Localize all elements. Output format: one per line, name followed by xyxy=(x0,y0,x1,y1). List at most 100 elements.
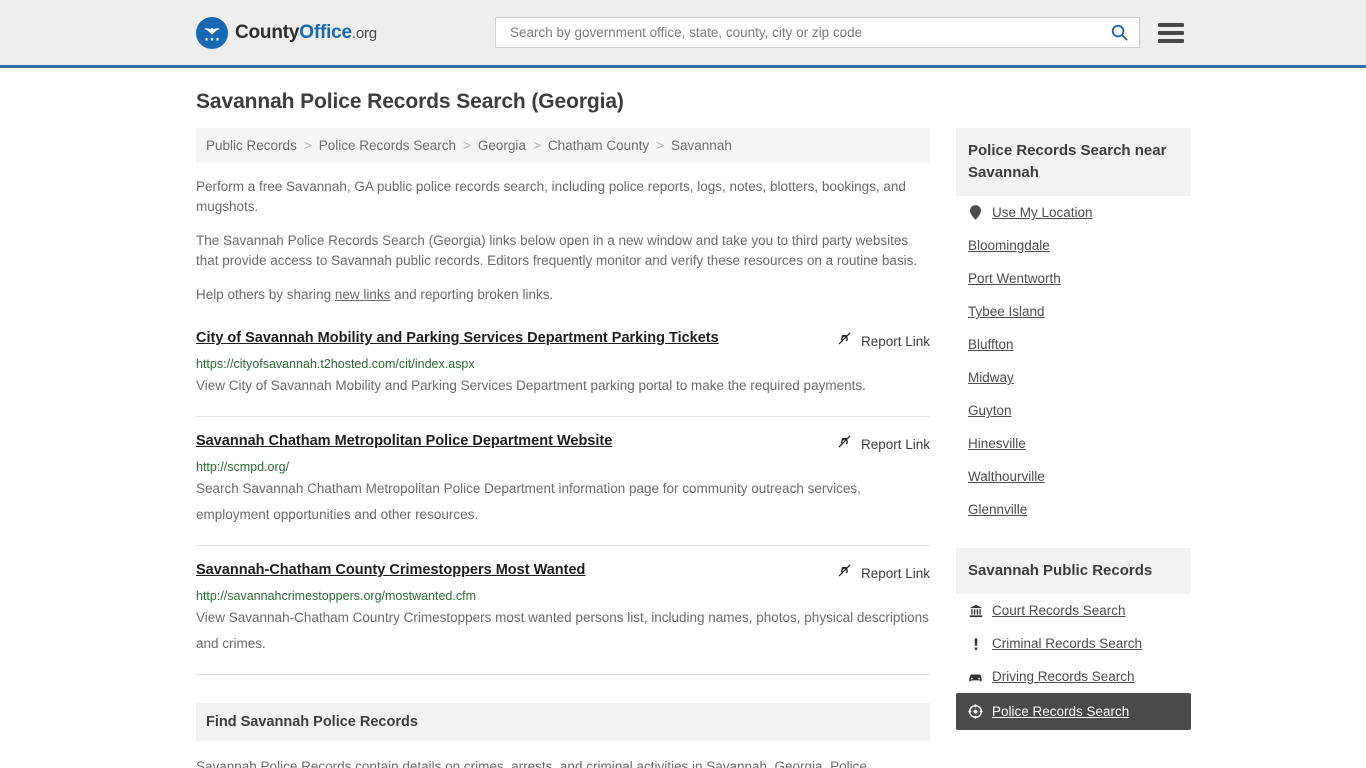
intro-paragraph-3: Help others by sharing new links and rep… xyxy=(196,285,930,305)
site-header: CountyOffice.org xyxy=(0,0,1366,68)
broken-link-icon xyxy=(836,562,853,584)
sidebar-item-tybee-island[interactable]: Tybee Island xyxy=(956,295,1191,328)
breadcrumb-item-police-records-search[interactable]: Police Records Search xyxy=(319,138,456,153)
result-header: Savannah-Chatham County Crimestoppers Mo… xyxy=(196,561,930,584)
breadcrumb-item-public-records[interactable]: Public Records xyxy=(206,138,297,153)
result-url[interactable]: http://scmpd.org/ xyxy=(196,460,930,474)
sidebar-nearby-label[interactable]: Use My Location xyxy=(992,205,1093,220)
sidebar-public-records-label[interactable]: Police Records Search xyxy=(992,704,1129,719)
sidebar-item-glennville[interactable]: Glennville xyxy=(956,493,1191,526)
sidebar-public-records-label[interactable]: Criminal Records Search xyxy=(992,636,1142,651)
sidebar-item-bloomingdale[interactable]: Bloomingdale xyxy=(956,229,1191,262)
sidebar-public-records-label[interactable]: Court Records Search xyxy=(992,603,1126,618)
intro-paragraph-1: Perform a free Savannah, GA public polic… xyxy=(196,179,906,214)
sidebar-item-driving-records-search[interactable]: Driving Records Search xyxy=(956,660,1191,693)
sidebar-public-records-heading: Savannah Public Records xyxy=(956,548,1191,594)
police-badge-icon xyxy=(968,704,983,719)
breadcrumb-separator: > xyxy=(463,138,471,153)
result-description: Search Savannah Chatham Metropolitan Pol… xyxy=(196,481,861,522)
sidebar-item-bluffton[interactable]: Bluffton xyxy=(956,328,1191,361)
report-link-label: Report Link xyxy=(860,436,930,452)
report-link-button[interactable]: Report Link xyxy=(836,561,930,584)
result-title-link[interactable]: Savannah-Chatham County Crimestoppers Mo… xyxy=(196,561,585,579)
sidebar-item-criminal-records-search[interactable]: Criminal Records Search xyxy=(956,627,1191,660)
courthouse-icon xyxy=(968,603,983,618)
sidebar-item-police-records-search[interactable]: Police Records Search xyxy=(956,693,1191,730)
sidebar-nearby-label[interactable]: Guyton xyxy=(968,403,1012,418)
find-records-body: Savannah Police Records contain details … xyxy=(196,759,867,768)
breadcrumb-item-savannah[interactable]: Savannah xyxy=(671,138,732,153)
report-link-button[interactable]: Report Link xyxy=(836,432,930,455)
sidebar-nearby-list: Use My Location Bloomingdale Port Wentwo… xyxy=(956,196,1191,526)
logo-part-office: Office xyxy=(299,21,352,43)
sidebar-nearby-label[interactable]: Port Wentworth xyxy=(968,271,1061,286)
content-columns: Public Records > Police Records Search >… xyxy=(196,128,1191,768)
intro-p3-after: and reporting broken links. xyxy=(390,287,554,302)
breadcrumb-item-georgia[interactable]: Georgia xyxy=(478,138,526,153)
results-list: City of Savannah Mobility and Parking Se… xyxy=(196,329,930,675)
report-link-label: Report Link xyxy=(860,333,930,349)
sidebar: Police Records Search near Savannah Use … xyxy=(956,128,1191,730)
intro-text: Perform a free Savannah, GA public polic… xyxy=(196,177,930,305)
sidebar-nearby-label[interactable]: Bloomingdale xyxy=(968,238,1050,253)
main-content: Public Records > Police Records Search >… xyxy=(196,128,930,768)
page-container: Savannah Police Records Search (Georgia)… xyxy=(0,90,1366,768)
report-link-button[interactable]: Report Link xyxy=(836,329,930,352)
map-pin-icon xyxy=(968,205,983,220)
result-url[interactable]: http://savannahcrimestoppers.org/mostwan… xyxy=(196,589,930,603)
search-input[interactable] xyxy=(508,24,1108,41)
sidebar-nearby-label[interactable]: Glennville xyxy=(968,502,1027,517)
breadcrumb: Public Records > Police Records Search >… xyxy=(196,128,930,163)
intro-paragraph-2: The Savannah Police Records Search (Geor… xyxy=(196,233,918,268)
result-item: Savannah Chatham Metropolitan Police Dep… xyxy=(196,417,930,546)
broken-link-icon xyxy=(836,433,853,455)
sidebar-nearby-label[interactable]: Bluffton xyxy=(968,337,1014,352)
broken-link-icon xyxy=(836,330,853,352)
search-box[interactable] xyxy=(495,17,1140,48)
page-title: Savannah Police Records Search (Georgia) xyxy=(196,90,624,113)
result-url[interactable]: https://cityofsavannah.t2hosted.com/cit/… xyxy=(196,357,930,371)
car-icon xyxy=(968,669,983,684)
sidebar-item-guyton[interactable]: Guyton xyxy=(956,394,1191,427)
intro-p3-before: Help others by sharing xyxy=(196,287,335,302)
sidebar-nearby-label[interactable]: Midway xyxy=(968,370,1014,385)
sidebar-nearby-label[interactable]: Hinesville xyxy=(968,436,1026,451)
result-description: View Savannah-Chatham Country Crimestopp… xyxy=(196,610,929,651)
sidebar-item-hinesville[interactable]: Hinesville xyxy=(956,427,1191,460)
result-description: View City of Savannah Mobility and Parki… xyxy=(196,378,866,393)
search-icon[interactable] xyxy=(1108,23,1131,42)
sidebar-nearby-heading: Police Records Search near Savannah xyxy=(956,128,1191,196)
result-item: City of Savannah Mobility and Parking Se… xyxy=(196,329,930,417)
breadcrumb-separator: > xyxy=(656,138,665,153)
logo-part-county: County xyxy=(235,21,300,43)
breadcrumb-separator: > xyxy=(532,138,541,153)
eagle-seal-icon xyxy=(196,16,228,49)
report-link-label: Report Link xyxy=(860,565,930,581)
logo-part-tld: .org xyxy=(351,24,377,42)
new-links-link[interactable]: new links xyxy=(335,287,391,302)
sidebar-public-records-list: Court Records Search Criminal Records Se… xyxy=(956,594,1191,730)
sidebar-item-walthourville[interactable]: Walthourville xyxy=(956,460,1191,493)
hamburger-bar xyxy=(1158,22,1184,27)
sidebar-public-records-block: Savannah Public Records Court Records Se… xyxy=(956,548,1191,730)
sidebar-item-port-wentworth[interactable]: Port Wentworth xyxy=(956,262,1191,295)
sidebar-item-midway[interactable]: Midway xyxy=(956,361,1191,394)
exclamation-icon xyxy=(968,636,983,651)
site-logo-text: CountyOffice.org xyxy=(235,22,377,44)
hamburger-bar xyxy=(1158,38,1184,43)
result-title-link[interactable]: Savannah Chatham Metropolitan Police Dep… xyxy=(196,432,612,450)
hamburger-menu-icon[interactable] xyxy=(1156,21,1186,45)
find-records-heading: Find Savannah Police Records xyxy=(196,703,930,741)
result-title-link[interactable]: City of Savannah Mobility and Parking Se… xyxy=(196,329,719,347)
sidebar-nearby-label[interactable]: Tybee Island xyxy=(968,304,1045,319)
sidebar-public-records-label[interactable]: Driving Records Search xyxy=(992,669,1135,684)
sidebar-nearby-label[interactable]: Walthourville xyxy=(968,469,1045,484)
site-logo[interactable]: CountyOffice.org xyxy=(196,16,377,49)
breadcrumb-item-chatham-county[interactable]: Chatham County xyxy=(548,138,649,153)
sidebar-item-court-records-search[interactable]: Court Records Search xyxy=(956,594,1191,627)
result-header: Savannah Chatham Metropolitan Police Dep… xyxy=(196,432,930,455)
header-search-area xyxy=(495,17,1186,48)
hamburger-bar xyxy=(1158,30,1184,35)
sidebar-item-use-my-location[interactable]: Use My Location xyxy=(956,196,1191,229)
breadcrumb-separator: > xyxy=(303,138,312,153)
